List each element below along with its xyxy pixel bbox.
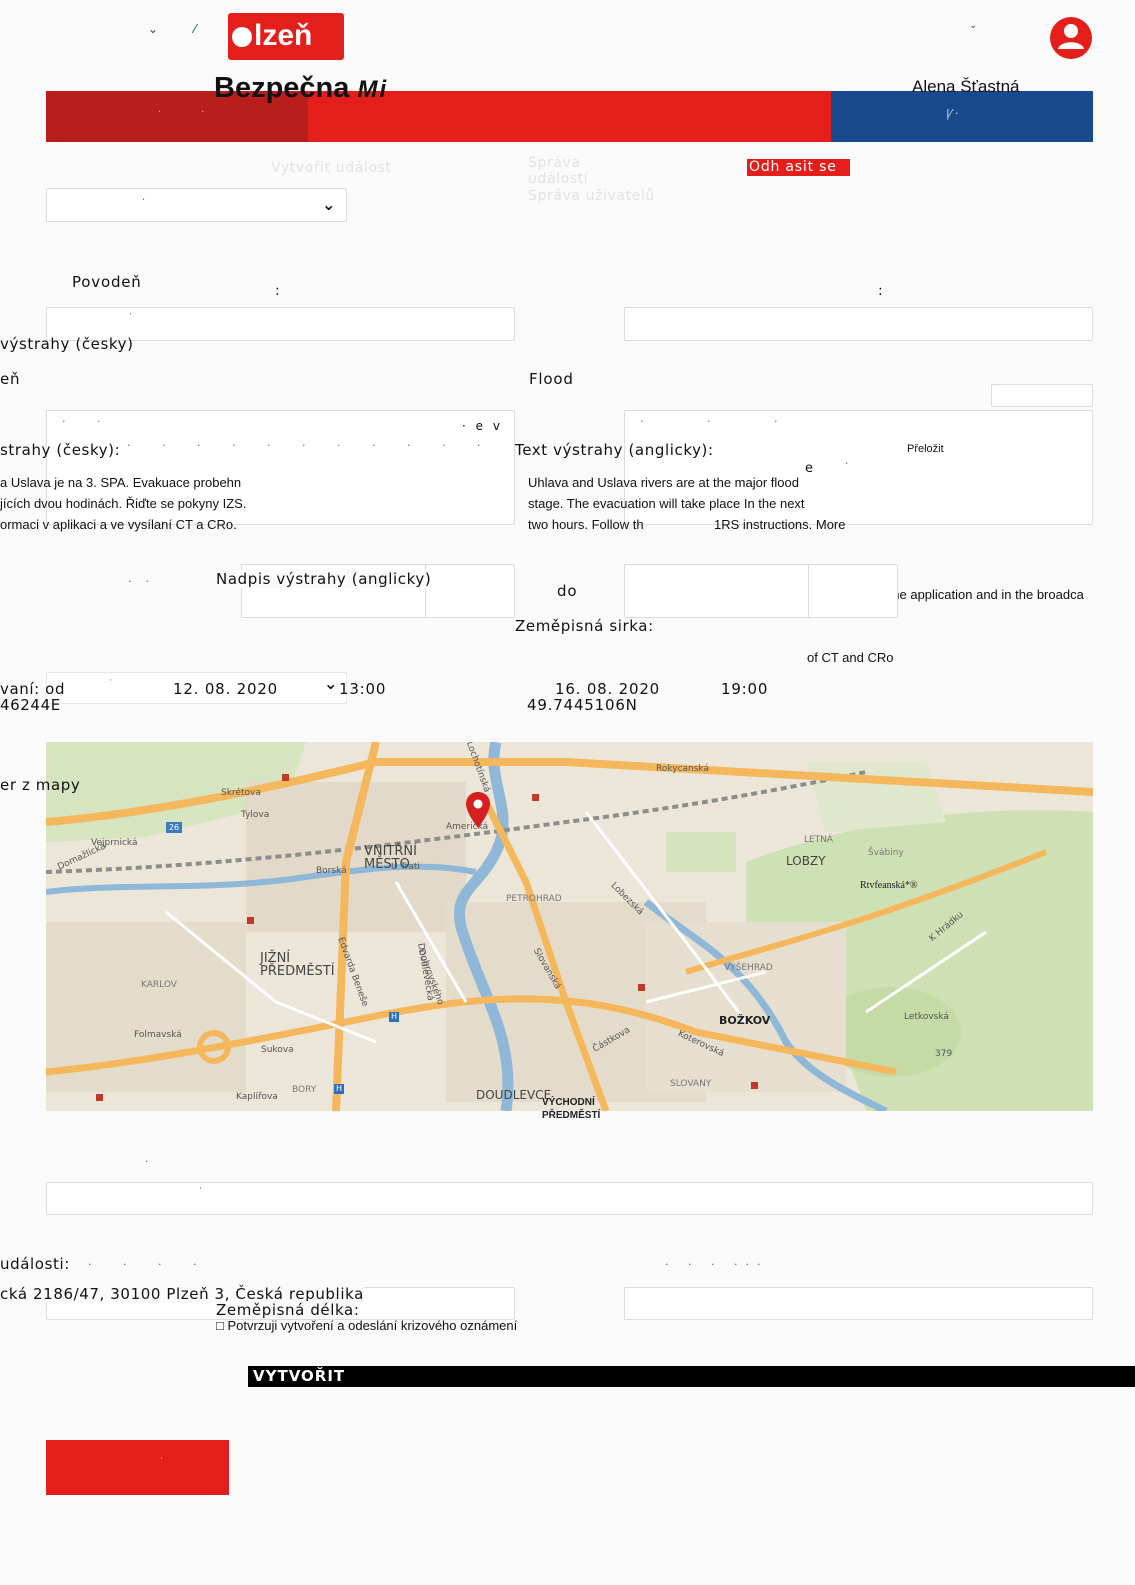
map-select-label: er z mapy [0,776,81,794]
chevron-down-icon: ⌄ [324,674,338,693]
header-band: ·· |⁄ · [46,91,1093,142]
nav-manage-events[interactable]: Správa událostí [528,155,598,187]
mark-icon: ⁄ [193,22,196,36]
text-line: ormaci v aplikaci a ve vysílaní CT a CRo… [0,517,237,532]
logo-circle-icon [232,27,252,47]
street-label: Borská [316,866,347,876]
street-label: U Trati [391,862,420,872]
text-line: jících dvou hodinách. Řiďte se pokyny IZ… [0,496,247,511]
map-label: BOŽKOV [719,1014,771,1027]
map-label: KARLOV [141,980,177,990]
app-title: Bezpečna Mi [214,72,388,105]
location-pin-icon[interactable] [466,792,490,828]
lon-partial: 46244E [0,696,61,714]
poi-icon [532,794,539,801]
text-cz-label: strahy (česky): [0,441,121,459]
create-button[interactable]: VYTVOŘIT [248,1366,1135,1387]
street-label: Sukova [261,1045,294,1055]
title-en-value: Flood [529,370,574,388]
time-to[interactable]: 19:00 [721,680,768,698]
app-title-italic: Mi [357,76,389,103]
map-label: VÝŠEHRAD [724,963,773,973]
street-label: Skrétova [221,788,261,798]
nav-manage-users[interactable]: Správa uživatelů [528,188,655,204]
user-icon[interactable] [1048,15,1094,61]
poi-icon [96,1094,103,1101]
road-number: 379 [935,1049,953,1059]
map-label: LETNÁ [804,835,834,845]
text-en-line-4: 1RS instructions. More [714,517,846,532]
nav-create-event[interactable]: Vytvořit událost [271,160,392,176]
map-label: PETROHRAD [506,894,562,904]
lon-label: Zeměpisná délka: [216,1301,360,1319]
language-chevron-icon[interactable]: ⌄ [969,20,977,31]
text-cz-body: a Uslava je na 3. SPA. Evakuace probehn … [0,472,246,535]
user-name[interactable]: Alena Šťastná [912,77,1020,97]
text-line: a Uslava je na 3. SPA. Evakuace probehn [0,475,242,490]
band-blue: |⁄ · [831,91,1093,142]
poi-icon [282,774,289,781]
map[interactable]: VNITŘNÍ MĚSTO JIŽNÍ PŘEDMĚSTÍ LOBZY BOŽK… [46,742,1093,1111]
street-label: Folmavská [134,1030,182,1040]
stray-char: e [805,461,813,476]
address-search-input[interactable]: · [46,1182,1093,1215]
confirm-checkbox[interactable]: □ Potvrzuji vytvoření a odeslání krizové… [216,1318,517,1333]
hospital-icon: H [389,1012,399,1022]
address-label: události: [0,1255,70,1273]
text-en-line-2: stage. The evacuation will take place In… [528,496,805,511]
street-label: Rtvfeanská*® [860,880,918,891]
logout-button[interactable]: Odh asit se [747,159,850,176]
event-type-value: Povodeň [72,273,142,291]
text-en-line-6: of CT and CRo [807,650,894,665]
app-title-text: Bezpečna [214,72,350,104]
date-to-input[interactable] [624,564,898,618]
chevron-down-icon: ⌄ [322,195,336,214]
map-label: SLOVANY [670,1079,712,1089]
title-en-input[interactable] [624,307,1093,341]
text-en-label: Text výstrahy (anglicky): [515,441,714,459]
route-badge: 26 [166,822,182,833]
poi-icon [751,1082,758,1089]
logo-text: lzeň [254,19,313,52]
dots: · e v [462,419,503,433]
street-label: Kaplířova [236,1092,278,1102]
submit-button[interactable]: · [46,1440,229,1495]
event-type-select[interactable]: · ⌄ [46,188,347,222]
lat-label: Zeměpisná sirka: [515,617,654,635]
to-label: do [557,582,578,600]
title-cz-value: eň [0,370,21,388]
lon-input[interactable] [624,1287,1093,1320]
logo-decoration: ⌄ ⁄ [148,22,196,36]
colon: : [275,283,280,299]
chevron-down-icon: ⌄ [148,22,159,36]
colon: : [878,283,883,299]
map-label: VÝCHODNÍ PŘEDMĚSTÍ [542,1097,601,1121]
map-label: LOBZY [786,854,826,868]
time-from[interactable]: 13:00 [339,680,386,698]
translate-button[interactable]: Přeložit [907,443,944,455]
logo[interactable]: lzeň [228,13,344,60]
text-en-line-3: two hours. Follow th [528,517,644,532]
lat-value: 49.7445106N [527,696,638,714]
map-label: DOUDLEVCE [476,1088,552,1102]
map-label: JIŽNÍ PŘEDMĚSTÍ [260,951,335,979]
poi-icon [247,917,254,924]
date-from[interactable]: 12. 08. 2020 [173,680,278,698]
street-label: Letkovská [904,1012,949,1022]
street-label: Rokycanská [656,764,709,774]
map-label: BORY [292,1085,317,1095]
text-en-line-1: Uhlava and Uslava rivers are at the majo… [528,475,799,490]
small-input[interactable] [991,384,1093,407]
street-label: Švábiny [868,848,904,858]
hospital-icon: H [334,1084,344,1094]
title-en-label: Nadpis výstrahy (anglicky) [216,570,432,588]
poi-icon [638,984,645,991]
street-label: Tylova [241,810,270,820]
title-cz-label: výstrahy (česky) [0,335,134,353]
